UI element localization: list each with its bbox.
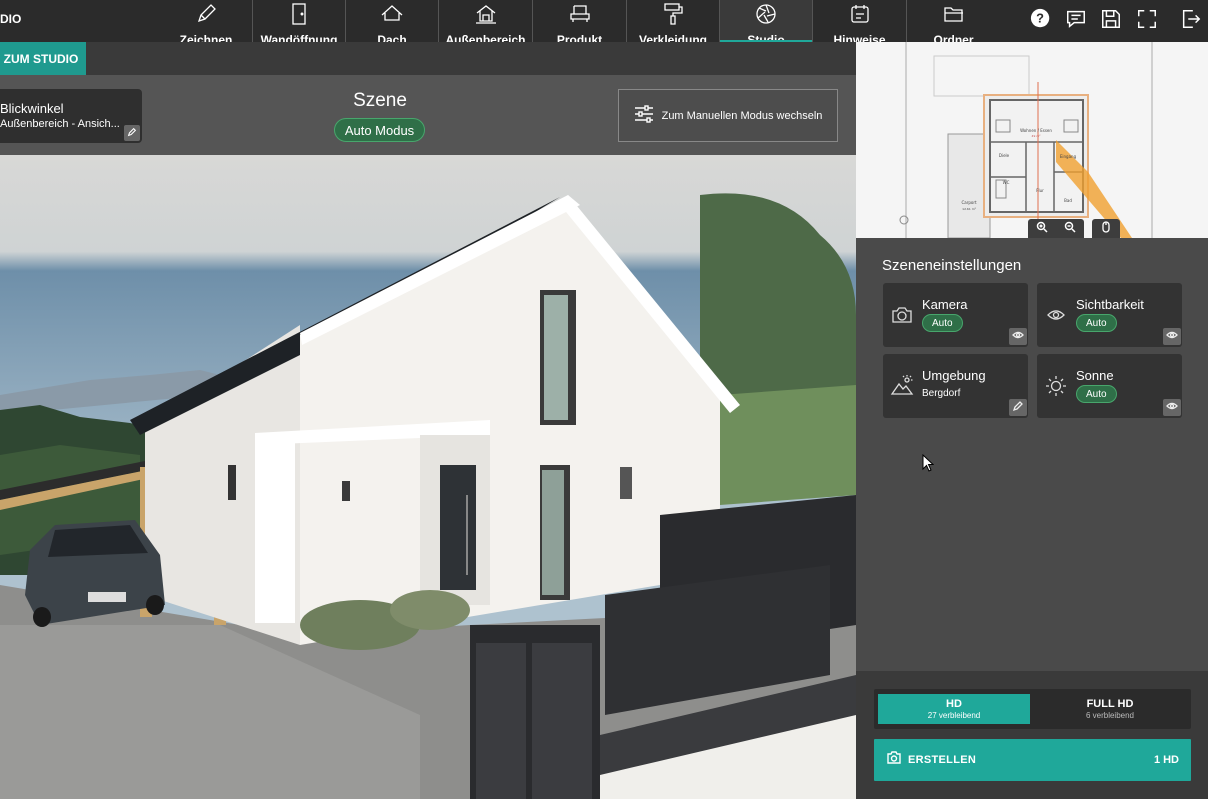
- setting-name: Kamera: [922, 297, 968, 312]
- quality-label: HD: [946, 698, 962, 710]
- umgebung-edit-button[interactable]: [1009, 399, 1027, 416]
- nav-aussenbereich[interactable]: Außenbereich: [439, 0, 533, 47]
- setting-card-sonne[interactable]: Sonne Auto: [1037, 354, 1182, 418]
- switch-manual-mode-label: Zum Manuellen Modus wechseln: [661, 109, 823, 122]
- room-label: Flur: [1036, 188, 1044, 193]
- mouse-icon: [1100, 220, 1112, 238]
- room-label: Diele: [999, 153, 1010, 158]
- room-label: WC: [1003, 180, 1010, 185]
- paint-roller-icon: [661, 2, 685, 31]
- scene-settings-title: Szeneneinstellungen: [882, 257, 1022, 274]
- create-label: ERSTELLEN: [908, 754, 977, 766]
- render-viewport[interactable]: [0, 155, 856, 799]
- quality-label: FULL HD: [1086, 698, 1134, 710]
- armchair-icon: [568, 2, 592, 31]
- pencil-icon: [127, 124, 137, 142]
- viewpoint-card[interactable]: Blickwinkel Außenbereich - Ansich...: [0, 89, 142, 143]
- tab-strip: ZUM STUDIO: [0, 42, 856, 75]
- render-controls: HD 27 verbleibend FULL HD 6 verbleibend …: [856, 671, 1208, 799]
- logout-icon[interactable]: [1180, 8, 1204, 32]
- scene-title: Szene: [353, 90, 407, 111]
- create-render-button[interactable]: ERSTELLEN 1 HD: [874, 739, 1191, 781]
- landscape-icon: [890, 374, 914, 398]
- viewpoint-edit-button[interactable]: [124, 125, 140, 141]
- nav-wandoeffnung[interactable]: Wandöffnung: [253, 0, 346, 47]
- setting-card-kamera[interactable]: Kamera Auto: [883, 283, 1028, 347]
- room-area: 49 m²: [1032, 134, 1042, 138]
- comment-icon[interactable]: [1065, 8, 1089, 32]
- nav-produkt[interactable]: Produkt: [533, 0, 627, 47]
- mouse-cursor: [922, 454, 934, 472]
- setting-card-umgebung[interactable]: Umgebung Bergdorf: [883, 354, 1028, 418]
- quality-remaining: 6 verbleibend: [1085, 711, 1135, 720]
- scene-header: Blickwinkel Außenbereich - Ansich... Sze…: [0, 75, 856, 155]
- nav-zeichnen[interactable]: Zeichnen: [160, 0, 253, 47]
- setting-value-badge: Auto: [1076, 314, 1117, 332]
- viewpoint-subtitle: Außenbereich - Ansich...: [0, 118, 120, 130]
- floorplan-minimap[interactable]: Wohnen / Essen 49 m² Diele WC Flur Bad E…: [856, 42, 1208, 238]
- nav-studio[interactable]: Studio: [720, 0, 813, 47]
- eye-icon: [1044, 303, 1068, 327]
- pencil-icon: [1012, 399, 1024, 417]
- room-label: Wohnen / Essen: [1020, 128, 1052, 133]
- setting-value-badge: Auto: [922, 314, 963, 332]
- tab-label: ZUM STUDIO: [3, 51, 79, 66]
- switch-manual-mode-button[interactable]: Zum Manuellen Modus wechseln: [618, 89, 838, 142]
- eye-icon: [1012, 328, 1024, 346]
- nav-dach[interactable]: Dach: [346, 0, 439, 47]
- eye-icon: [1166, 328, 1178, 346]
- save-icon[interactable]: [1100, 8, 1124, 32]
- svg-text:?: ?: [1036, 11, 1044, 26]
- zoom-in-icon[interactable]: [1036, 220, 1048, 238]
- camera-aperture-icon: [754, 2, 778, 31]
- right-panel: Wohnen / Essen 49 m² Diele WC Flur Bad E…: [856, 42, 1208, 799]
- tab-zum-studio[interactable]: ZUM STUDIO: [0, 42, 86, 75]
- create-cost: 1 HD: [1153, 754, 1179, 766]
- sonne-visibility-toggle[interactable]: [1163, 399, 1181, 416]
- setting-card-sichtbarkeit[interactable]: Sichtbarkeit Auto: [1037, 283, 1182, 347]
- quality-option-full-hd[interactable]: FULL HD 6 verbleibend: [1034, 694, 1186, 724]
- setting-name: Sonne: [1076, 368, 1114, 383]
- folder-icon: [942, 2, 966, 31]
- setting-name: Sichtbarkeit: [1076, 297, 1144, 312]
- setting-value: Bergdorf: [922, 388, 961, 399]
- nav-ordner[interactable]: Ordner: [907, 0, 1000, 47]
- quality-option-hd[interactable]: HD 27 verbleibend: [878, 694, 1030, 724]
- minimap-pan-button[interactable]: [1092, 219, 1120, 238]
- roof-icon: [380, 2, 404, 31]
- floorplan-drawing: Wohnen / Essen 49 m² Diele WC Flur Bad E…: [899, 42, 1153, 238]
- garden-house-icon: [474, 2, 498, 31]
- rendered-house-scene: [0, 155, 856, 799]
- sichtbarkeit-visibility-toggle[interactable]: [1163, 328, 1181, 345]
- room-area: 12.61 m²: [962, 207, 976, 211]
- viewpoint-title: Blickwinkel: [0, 101, 64, 116]
- studio-app: DIO Zeichnen Wandöffnung Dach Außenberei…: [0, 0, 1208, 799]
- room-label: Eingang: [1060, 154, 1077, 159]
- minimap-zoom-controls: [1028, 219, 1084, 238]
- pencil-icon: [194, 2, 218, 31]
- kamera-visibility-toggle[interactable]: [1009, 328, 1027, 345]
- nav-hinweise[interactable]: Hinweise: [813, 0, 907, 47]
- top-navigation: DIO Zeichnen Wandöffnung Dach Außenberei…: [0, 0, 1208, 47]
- sun-icon: [1044, 374, 1068, 398]
- room-label: Carport: [961, 200, 977, 205]
- scene-mode-badge: Auto Modus: [334, 118, 425, 142]
- zoom-out-icon[interactable]: [1064, 220, 1076, 238]
- door-icon: [287, 2, 311, 31]
- setting-name: Umgebung: [922, 368, 986, 383]
- help-icon[interactable]: ?: [1030, 8, 1054, 32]
- room-label: Bad: [1064, 198, 1072, 203]
- nav-verkleidung[interactable]: Verkleidung: [627, 0, 720, 47]
- quality-selector: HD 27 verbleibend FULL HD 6 verbleibend: [874, 689, 1191, 729]
- app-name: DIO: [0, 12, 22, 26]
- fullscreen-icon[interactable]: [1136, 8, 1160, 32]
- setting-value-badge: Auto: [1076, 385, 1117, 403]
- camera-icon: [890, 303, 914, 327]
- quality-remaining: 27 verbleibend: [927, 711, 981, 720]
- eye-icon: [1166, 399, 1178, 417]
- sliders-icon: [634, 105, 654, 126]
- camera-icon: [874, 751, 901, 769]
- notes-icon: [848, 2, 872, 31]
